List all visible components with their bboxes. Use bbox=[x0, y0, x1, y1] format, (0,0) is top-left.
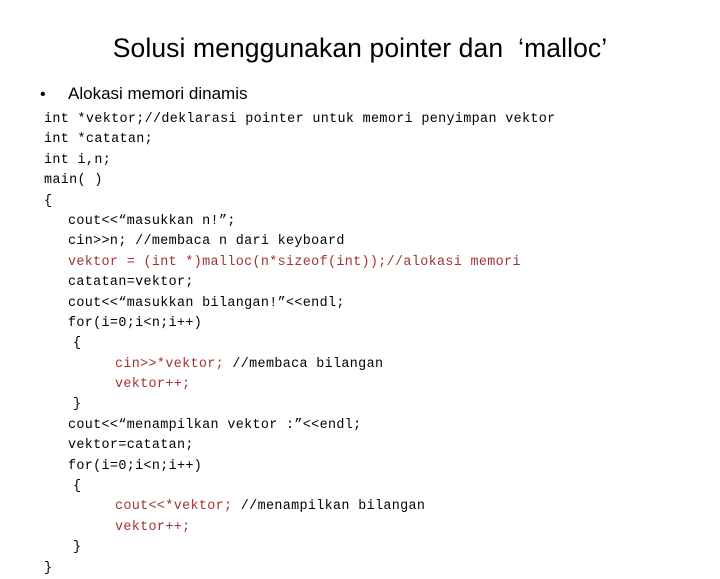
code-segment: { bbox=[73, 336, 82, 352]
code-segment: cout<<“masukkan n!”; bbox=[68, 213, 236, 229]
code-line: } bbox=[44, 538, 704, 558]
code-line: vektor=catatan; bbox=[44, 436, 704, 456]
code-line: int *catatan; bbox=[44, 130, 704, 150]
code-segment: { bbox=[44, 193, 53, 209]
code-line: } bbox=[44, 559, 704, 579]
code-line: vektor = (int *)malloc(n*sizeof(int));//… bbox=[44, 253, 704, 273]
code-line: { bbox=[44, 334, 704, 354]
code-segment: cout<<“menampilkan vektor :”<<endl; bbox=[68, 417, 362, 433]
code-line: main( ) bbox=[44, 171, 704, 191]
code-line: catatan=vektor; bbox=[44, 273, 704, 293]
page-title: Solusi menggunakan pointer dan ‘malloc’ bbox=[112, 33, 608, 63]
code-segment: vektor++; bbox=[115, 377, 191, 393]
code-segment: //menampilkan bilangan bbox=[232, 499, 426, 515]
code-line: vektor++; bbox=[44, 375, 704, 395]
code-line: { bbox=[44, 192, 704, 212]
code-segment: main( ) bbox=[44, 173, 103, 189]
code-segment: vektor = (int *)malloc(n*sizeof(int));//… bbox=[68, 254, 521, 270]
code-line: int i,n; bbox=[44, 151, 704, 171]
code-segment: { bbox=[73, 479, 82, 495]
slide-canvas: Solusi menggunakan pointer dan ‘malloc’ … bbox=[0, 0, 720, 576]
code-segment: vektor=catatan; bbox=[68, 438, 194, 454]
bullet-marker-icon: • bbox=[40, 86, 46, 103]
code-segment: cin>>*vektor; bbox=[115, 356, 225, 372]
code-line: cout<<*vektor; //menampilkan bilangan bbox=[44, 497, 704, 517]
code-segment: //membaca bilangan bbox=[224, 356, 384, 372]
code-segment: } bbox=[73, 397, 82, 413]
code-line: cin>>n; //membaca n dari keyboard bbox=[44, 232, 704, 252]
code-segment: cout<<*vektor; bbox=[115, 499, 233, 515]
code-segment: cout<<“masukkan bilangan!”<<endl; bbox=[68, 295, 345, 311]
code-segment: vektor++; bbox=[115, 519, 191, 535]
code-line: { bbox=[44, 477, 704, 497]
code-segment: for(i=0;i<n;i++) bbox=[68, 315, 203, 331]
code-line: vektor++; bbox=[44, 518, 704, 538]
code-line: for(i=0;i<n;i++) bbox=[44, 314, 704, 334]
code-line: cout<<“masukkan bilangan!”<<endl; bbox=[44, 294, 704, 314]
code-line: } bbox=[44, 395, 704, 415]
code-segment: cin>>n; //membaca n dari keyboard bbox=[68, 234, 345, 250]
bullet-item-label: Alokasi memori dinamis bbox=[68, 84, 248, 103]
bullet-item: • Alokasi memori dinamis bbox=[40, 84, 248, 104]
code-line: for(i=0;i<n;i++) bbox=[44, 457, 704, 477]
code-listing: int *vektor;//deklarasi pointer untuk me… bbox=[44, 110, 704, 579]
code-segment: } bbox=[44, 560, 53, 576]
code-segment: int i,n; bbox=[44, 152, 112, 168]
code-line: cout<<“masukkan n!”; bbox=[44, 212, 704, 232]
code-line: int *vektor;//deklarasi pointer untuk me… bbox=[44, 110, 704, 130]
code-segment: } bbox=[73, 540, 82, 556]
code-segment: int *vektor;//deklarasi pointer untuk me… bbox=[44, 112, 556, 127]
code-line: cin>>*vektor; //membaca bilangan bbox=[44, 355, 704, 375]
code-line: cout<<“menampilkan vektor :”<<endl; bbox=[44, 416, 704, 436]
code-segment: catatan=vektor; bbox=[68, 275, 194, 291]
code-segment: for(i=0;i<n;i++) bbox=[68, 458, 203, 474]
code-segment: int *catatan; bbox=[44, 132, 154, 148]
